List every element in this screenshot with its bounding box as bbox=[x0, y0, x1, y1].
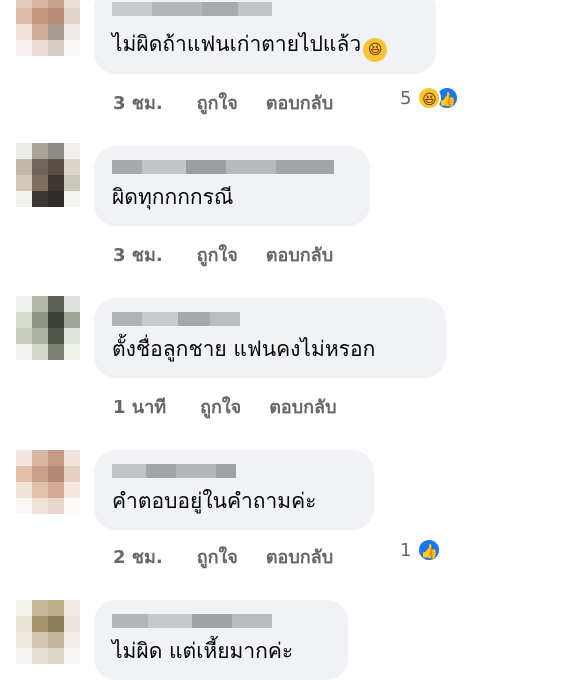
like-link[interactable]: ถูกใจ bbox=[197, 88, 238, 117]
comment-text: ผิดทุกกกกรณี bbox=[112, 185, 234, 209]
comment-text: ไม่ผิดถ้าแฟนเก่าตายไปแล้ว 😆 bbox=[112, 28, 388, 62]
comment-bubble: ผิดทุกกกกรณี bbox=[94, 146, 370, 226]
comment-actions: 3 ชม. ถูกใจ ตอบกลับ bbox=[113, 240, 361, 269]
like-link[interactable]: ถูกใจ bbox=[197, 240, 238, 269]
reaction-summary[interactable]: 1 👍 bbox=[400, 538, 442, 562]
comment-text: คำตอบอยู่ในคำถามค่ะ bbox=[112, 489, 317, 513]
commenter-name-blurred[interactable] bbox=[112, 614, 272, 628]
comment-actions: 3 ชม. ถูกใจ ตอบกลับ bbox=[113, 88, 361, 117]
avatar[interactable] bbox=[16, 143, 80, 207]
comment-bubble: ไม่ผิดถ้าแฟนเก่าตายไปแล้ว 😆 bbox=[94, 0, 436, 74]
commenter-name-blurred[interactable] bbox=[112, 464, 236, 478]
comment-text: ตั้งชื่อลูกชาย แฟนคงไม่หรอก bbox=[112, 337, 376, 361]
comment-actions: 2 ชม. ถูกใจ ตอบกลับ bbox=[113, 542, 361, 571]
comment-bubble: ไม่ผิด แต่เหี้ยมากค่ะ bbox=[94, 600, 348, 680]
comment-timestamp[interactable]: 3 ชม. bbox=[113, 240, 163, 269]
reply-link[interactable]: ตอบกลับ bbox=[266, 88, 333, 117]
avatar[interactable] bbox=[16, 450, 80, 514]
avatar[interactable] bbox=[16, 0, 80, 56]
reaction-count: 1 bbox=[400, 539, 412, 561]
like-link[interactable]: ถูกใจ bbox=[197, 542, 238, 571]
comment-actions: 1 นาที ถูกใจ ตอบกลับ bbox=[113, 392, 365, 421]
commenter-name-blurred[interactable] bbox=[112, 160, 334, 174]
comment-timestamp[interactable]: 3 ชม. bbox=[113, 88, 163, 117]
avatar[interactable] bbox=[16, 296, 80, 360]
avatar[interactable] bbox=[16, 600, 80, 664]
reply-link[interactable]: ตอบกลับ bbox=[266, 240, 333, 269]
comment-text: ไม่ผิด แต่เหี้ยมากค่ะ bbox=[112, 639, 294, 663]
reaction-count: 5 bbox=[400, 87, 412, 109]
reaction-summary[interactable]: 5 😆 👍 bbox=[400, 86, 460, 110]
comment-bubble: คำตอบอยู่ในคำถามค่ะ bbox=[94, 450, 374, 530]
haha-emoji-icon: 😆 bbox=[363, 38, 388, 62]
reply-link[interactable]: ตอบกลับ bbox=[266, 542, 333, 571]
comment-timestamp[interactable]: 1 นาที bbox=[113, 392, 166, 421]
like-link[interactable]: ถูกใจ bbox=[200, 392, 241, 421]
commenter-name-blurred[interactable] bbox=[112, 312, 240, 326]
like-icon: 👍 bbox=[417, 538, 442, 562]
comment-bubble: ตั้งชื่อลูกชาย แฟนคงไม่หรอก bbox=[94, 298, 446, 378]
reply-link[interactable]: ตอบกลับ bbox=[269, 392, 336, 421]
commenter-name-blurred[interactable] bbox=[112, 2, 272, 16]
comment-timestamp[interactable]: 2 ชม. bbox=[113, 542, 163, 571]
